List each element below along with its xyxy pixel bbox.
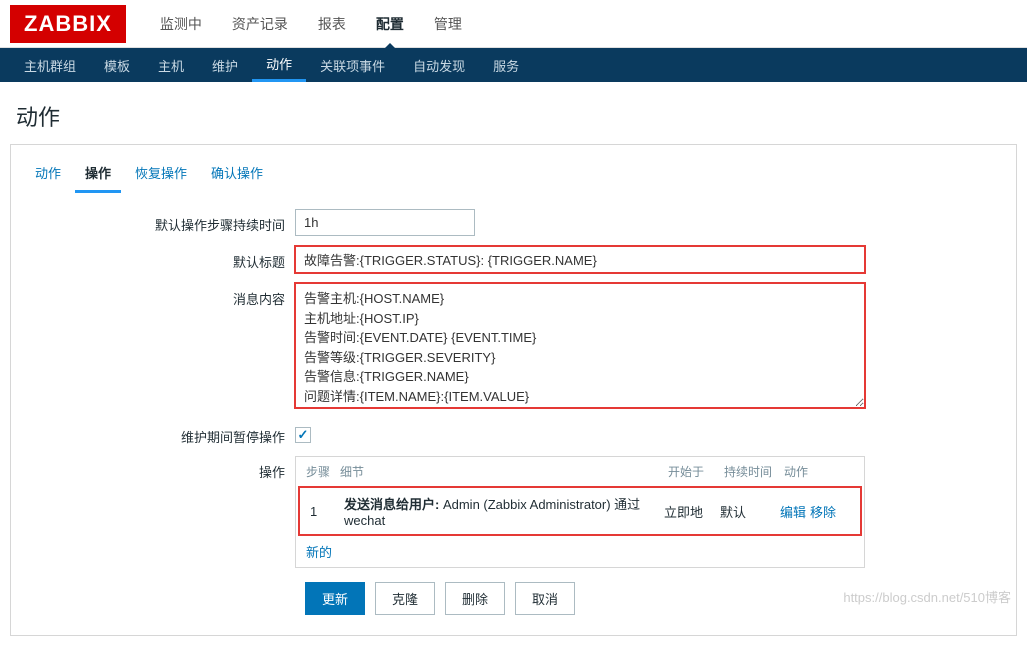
sub-nav: 主机群组模板主机维护动作关联项事件自动发现服务 (0, 48, 1027, 82)
top-nav-item[interactable]: 报表 (304, 0, 360, 48)
top-nav-item[interactable]: 监测中 (146, 0, 216, 48)
message-textarea[interactable] (295, 283, 865, 408)
new-link[interactable]: 新的 (306, 545, 332, 560)
watermark: https://blog.csdn.net/510博客 (843, 587, 1011, 606)
delete-button[interactable]: 删除 (445, 582, 505, 615)
pause-label: 维护期间暂停操作 (25, 421, 295, 446)
top-nav-item[interactable]: 配置 (362, 0, 418, 48)
sub-nav-item[interactable]: 动作 (252, 48, 306, 82)
ops-row-detail: 发送消息给用户: Admin (Zabbix Administrator) 通过… (344, 494, 664, 528)
sub-nav-item[interactable]: 主机群组 (10, 48, 90, 82)
top-nav: 监测中资产记录报表配置管理 (146, 0, 476, 48)
ops-label: 操作 (25, 456, 295, 481)
pause-checkbox[interactable] (295, 427, 311, 443)
inner-tab[interactable]: 动作 (25, 155, 71, 193)
ops-header-action: 动作 (784, 463, 854, 480)
ops-row: 1 发送消息给用户: Admin (Zabbix Administrator) … (298, 486, 862, 536)
ops-header-start: 开始于 (668, 463, 724, 480)
page-title: 动作 (0, 82, 1027, 144)
update-button[interactable]: 更新 (305, 582, 365, 615)
sub-nav-item[interactable]: 维护 (198, 48, 252, 82)
remove-link[interactable]: 移除 (810, 505, 836, 520)
ops-row-start: 立即地 (664, 502, 720, 521)
sub-nav-item[interactable]: 自动发现 (399, 48, 479, 82)
cancel-button[interactable]: 取消 (515, 582, 575, 615)
sub-nav-item[interactable]: 关联项事件 (306, 48, 399, 82)
ops-header-duration: 持续时间 (724, 463, 784, 480)
ops-header-detail: 细节 (340, 463, 668, 480)
message-label: 消息内容 (25, 283, 295, 308)
inner-tab[interactable]: 恢复操作 (125, 155, 197, 193)
top-nav-item[interactable]: 资产记录 (218, 0, 302, 48)
inner-tab[interactable]: 确认操作 (201, 155, 273, 193)
top-nav-item[interactable]: 管理 (420, 0, 476, 48)
ops-row-step: 1 (310, 504, 344, 519)
inner-tab[interactable]: 操作 (75, 155, 121, 193)
sub-nav-item[interactable]: 服务 (479, 48, 533, 82)
title-input[interactable] (295, 246, 865, 273)
sub-nav-item[interactable]: 模板 (90, 48, 144, 82)
logo: ZABBIX (10, 5, 126, 43)
ops-table: 步骤 细节 开始于 持续时间 动作 1 发送消息给用户: Admin (Zabb… (295, 456, 865, 568)
clone-button[interactable]: 克隆 (375, 582, 435, 615)
sub-nav-item[interactable]: 主机 (144, 48, 198, 82)
content-panel: 动作操作恢复操作确认操作 默认操作步骤持续时间 默认标题 消息内容 维护期间暂停… (10, 144, 1017, 636)
title-label: 默认标题 (25, 246, 295, 271)
duration-label: 默认操作步骤持续时间 (25, 209, 295, 234)
duration-input[interactable] (295, 209, 475, 236)
ops-row-duration: 默认 (720, 502, 780, 521)
ops-header-step: 步骤 (306, 463, 340, 480)
edit-link[interactable]: 编辑 (780, 505, 806, 520)
inner-tabs: 动作操作恢复操作确认操作 (11, 145, 1016, 193)
